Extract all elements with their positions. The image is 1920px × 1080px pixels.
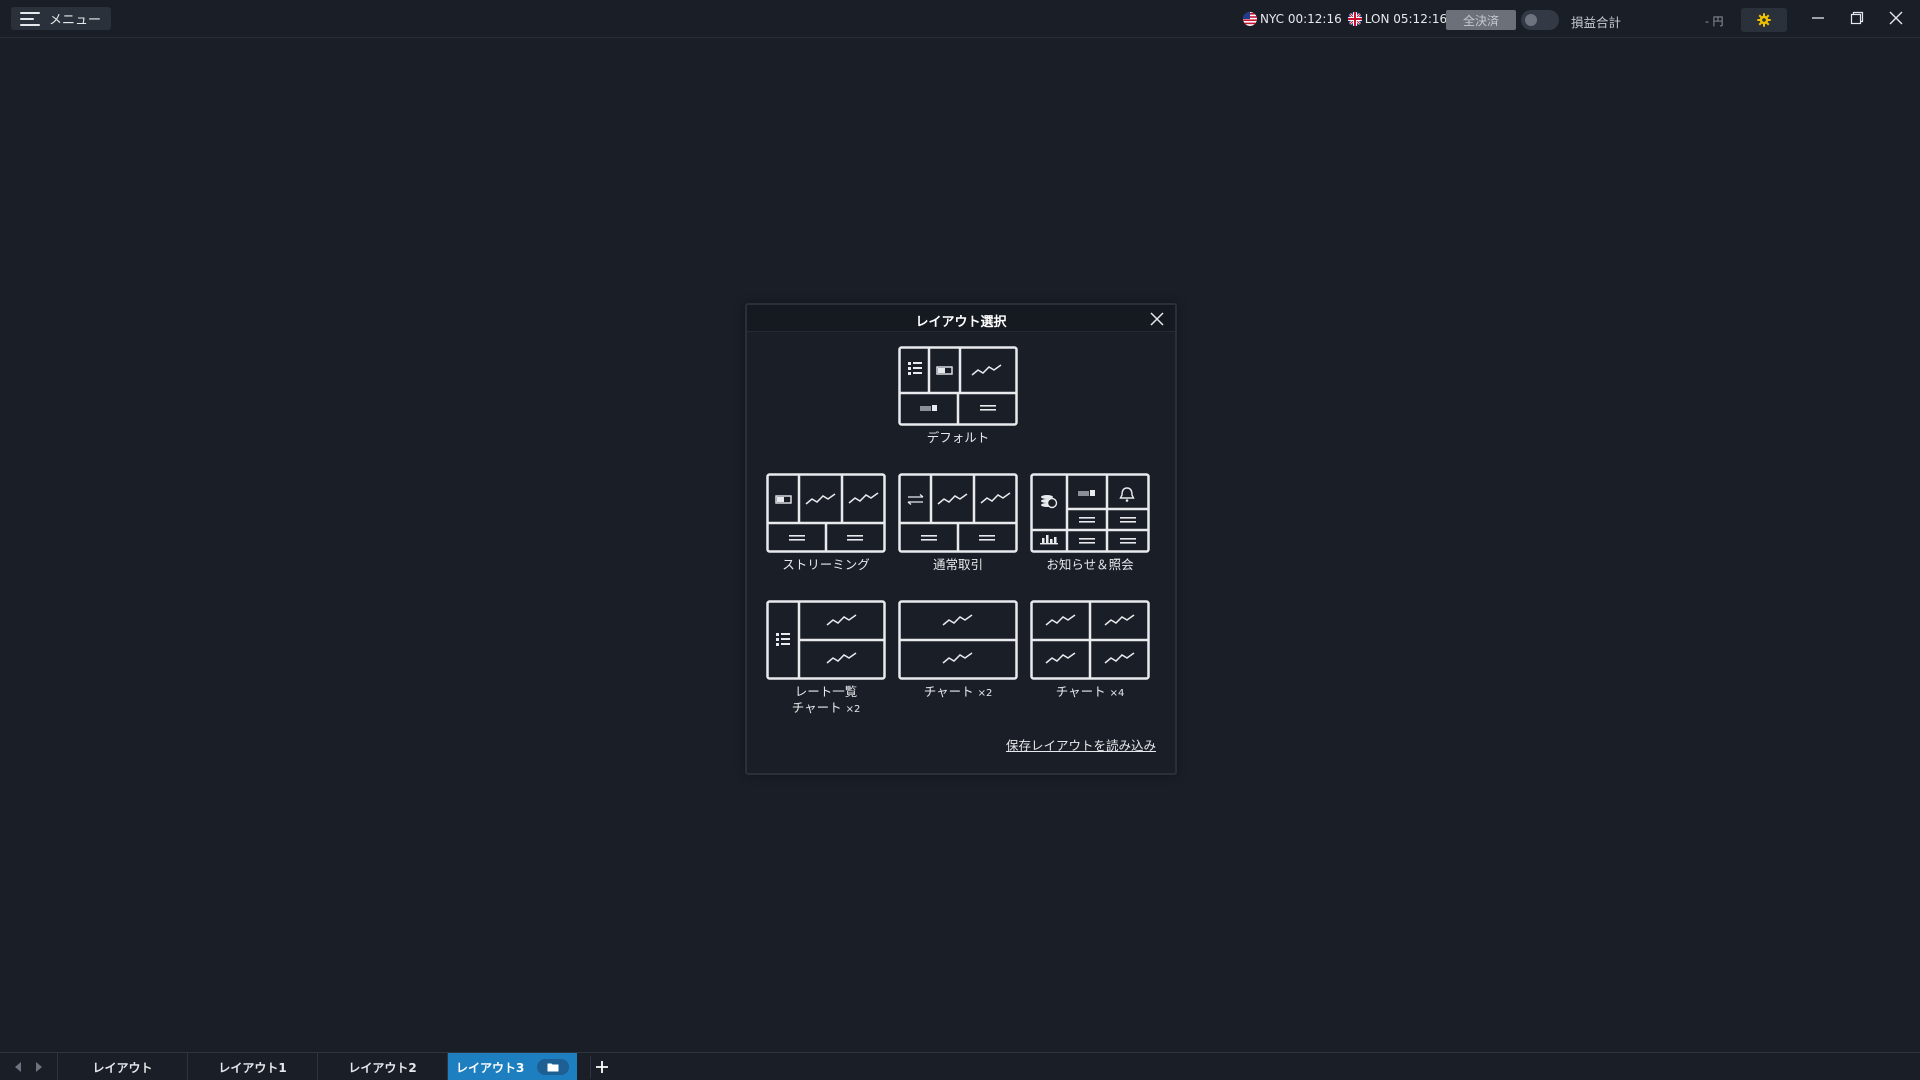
close-icon [1150,312,1164,326]
layout-normal-label: 通常取引 [932,557,983,572]
layout-option-default[interactable]: デフォルト [897,346,1019,446]
layout-chart2-label: チャート ×2 [897,684,1019,702]
minimize-button[interactable] [1803,6,1833,30]
layout-option-rates-chart2[interactable]: レート一覧 チャート ×2 [765,600,887,718]
settings-button[interactable] [1741,8,1787,32]
layout-rates-chart2-icon [766,600,886,680]
settle-toggle[interactable] [1521,10,1559,30]
layout-chart4-text: チャート [1055,684,1106,699]
layout-chart4-icon [1030,600,1150,680]
restore-button[interactable] [1842,6,1872,30]
chevron-left-icon [15,1062,21,1072]
gear-icon [1757,13,1771,27]
clock-nyc-text: NYC 00:12:16 [1260,12,1342,26]
layout-chart2-text: チャート [923,684,974,699]
tab-layout3[interactable]: レイアウト3 [447,1053,577,1080]
layout-option-notice[interactable]: お知らせ＆照会 [1029,473,1151,573]
layout-streaming-icon [766,473,886,553]
layout-option-chart2[interactable]: チャート ×2 [897,600,1019,702]
tab-layout[interactable]: レイアウト [57,1053,187,1080]
tab-scroll-left-button[interactable] [11,1059,25,1075]
layout-rates-chart2-label: レート一覧 チャート ×2 [765,684,887,718]
clock-lon: LON 05:12:16 [1347,12,1448,26]
clock-lon-text: LON 05:12:16 [1364,12,1448,26]
layout-option-chart4[interactable]: チャート ×4 [1029,600,1151,702]
market-clocks: NYC 00:12:16 LON 05:12:16 [1243,11,1447,27]
tab-scroll-right-button[interactable] [32,1059,46,1075]
layout-option-normal[interactable]: 通常取引 [897,473,1019,573]
tab-layout1[interactable]: レイアウト1 [187,1053,317,1080]
layout-option-streaming[interactable]: ストリーミング [765,473,887,573]
load-saved-layout-link[interactable]: 保存レイアウトを読み込み [1006,735,1156,754]
layout-chart2-icon [898,600,1018,680]
dialog-title: レイアウト選択 [915,315,1007,330]
pl-total-value: - 円 [1705,15,1724,28]
uk-flag-icon [1347,12,1362,26]
layout-chart4-label: チャート ×4 [1029,684,1151,702]
tab-layout2-label: レイアウト2 [348,1060,417,1075]
restore-icon [1850,11,1864,25]
layout-rates-chart2-line1: レート一覧 [794,684,858,699]
tab-layout1-label: レイアウト1 [218,1060,287,1075]
minimize-icon [1812,17,1824,19]
layout-rates-chart2-line2: チャート [791,700,842,715]
close-icon [1889,11,1903,25]
close-window-button[interactable] [1881,6,1911,30]
chevron-right-icon [36,1062,42,1072]
dialog-header: レイアウト選択 [747,305,1175,332]
top-bar: メニュー NYC 00:12:16 LON 05:12:16 全決済 損益合計 … [0,0,1920,38]
plus-icon [595,1061,608,1073]
tab-layout3-options-button[interactable] [537,1059,569,1075]
hamburger-icon [20,11,40,26]
tab-layout-label: レイアウト [92,1060,153,1075]
layout-normal-icon [898,473,1018,553]
add-tab-button[interactable] [590,1056,612,1078]
menu-label: メニュー [49,13,102,28]
us-flag-icon [1243,12,1257,26]
folder-icon [547,1063,559,1072]
layout-chart4-mult: ×4 [1109,688,1125,699]
clock-nyc: NYC 00:12:16 [1243,12,1342,26]
toggle-knob [1525,14,1537,26]
dialog-close-button[interactable] [1147,309,1167,329]
layout-rates-chart2-mult: ×2 [845,704,861,715]
layout-default-label: デフォルト [926,430,990,445]
layout-chart2-mult: ×2 [977,688,993,699]
layout-streaming-label: ストリーミング [782,557,870,572]
layout-default-icon [898,346,1018,426]
settle-all-button[interactable]: 全決済 [1446,10,1516,30]
tab-layout2[interactable]: レイアウト2 [317,1053,447,1080]
layout-notice-label: お知らせ＆照会 [1046,557,1134,572]
pl-total-label: 損益合計 [1571,15,1622,30]
tab-layout3-label: レイアウト3 [456,1060,525,1075]
menu-button[interactable]: メニュー [11,7,111,30]
layout-notice-icon [1030,473,1150,553]
layout-tab-bar: レイアウト レイアウト1 レイアウト2 レイアウト3 [0,1052,1920,1080]
layout-select-dialog: レイアウト選択 デフォルト ストリーミング 通常取引 お知らせ＆照会 レート一覧… [745,303,1177,775]
